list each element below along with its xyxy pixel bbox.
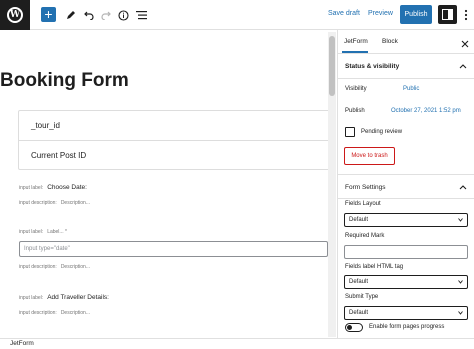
date-input-preview[interactable]: Input type="date": [19, 241, 328, 257]
field-label-row[interactable]: input label: Label... *: [19, 229, 67, 235]
editor-canvas: Booking Form _tour_id Current Post ID in…: [0, 30, 337, 338]
publish-label: Publish: [345, 108, 365, 114]
info-icon[interactable]: [115, 7, 131, 23]
fields-label-tag-label: Fields label HTML tag: [345, 264, 404, 270]
label-prefix: input label:: [19, 295, 44, 301]
chevron-up-icon: [459, 64, 467, 69]
description-prefix: input description:: [19, 200, 57, 206]
required-mark-label: Required Mark: [345, 233, 385, 239]
field-description-row[interactable]: input description: Description...: [19, 200, 90, 206]
pencil-icon[interactable]: [63, 7, 79, 23]
required-mark-input[interactable]: [344, 245, 468, 259]
toggle-knob: [347, 325, 352, 330]
pages-progress-label: Enable form pages progress: [369, 324, 445, 330]
more-options-icon[interactable]: [462, 7, 470, 23]
field-description[interactable]: Description...: [61, 264, 90, 270]
hidden-fields-block[interactable]: _tour_id Current Post ID: [18, 110, 330, 170]
form-settings-panel-toggle[interactable]: Form Settings: [338, 174, 474, 199]
fields-layout-select[interactable]: Default: [344, 213, 468, 227]
description-prefix: input description:: [19, 264, 57, 270]
editor-toolbar: W + Save draft Preview Publish: [0, 0, 474, 30]
field-label-row[interactable]: input label: Add Traveller Details:: [19, 294, 109, 301]
chevron-down-icon: [458, 218, 463, 222]
field-label[interactable]: Choose Date:: [47, 184, 87, 191]
select-value: Default: [349, 217, 369, 223]
field-label[interactable]: Add Traveller Details:: [47, 294, 109, 301]
pending-review-checkbox[interactable]: [345, 127, 355, 137]
wordpress-logo-icon[interactable]: W: [0, 0, 30, 30]
block-breadcrumb-bar: JetForm: [0, 338, 474, 349]
field-description-row[interactable]: input description: Description...: [19, 310, 90, 316]
description-prefix: input description:: [19, 310, 57, 316]
publish-button[interactable]: Publish: [400, 5, 432, 24]
chevron-down-icon: [458, 280, 463, 284]
settings-sidebar: JetForm Block Status & visibility Visibi…: [337, 30, 474, 338]
field-description[interactable]: Description...: [61, 310, 90, 316]
select-value: Default: [349, 310, 369, 316]
publish-date[interactable]: October 27, 2021 1:52 pm: [391, 108, 461, 114]
list-view-icon[interactable]: [133, 7, 149, 23]
panel-title: Form Settings: [345, 184, 386, 191]
fields-label-tag-select[interactable]: Default: [344, 275, 468, 289]
visibility-label: Visibility: [345, 86, 367, 92]
redo-icon[interactable]: [98, 7, 114, 23]
label-prefix: input label:: [19, 229, 44, 235]
visibility-value[interactable]: Public: [403, 86, 419, 92]
sidebar-tabs: JetForm Block: [338, 30, 474, 54]
chevron-up-icon: [459, 185, 467, 190]
close-icon[interactable]: [460, 36, 470, 48]
submit-type-select[interactable]: Default: [344, 306, 468, 320]
editor-scrollbar-thumb[interactable]: [329, 36, 335, 96]
tab-jetform[interactable]: JetForm: [344, 38, 368, 45]
label-prefix: input label:: [19, 185, 44, 191]
status-visibility-panel-toggle[interactable]: Status & visibility: [338, 54, 474, 79]
field-description[interactable]: Description...: [61, 200, 90, 206]
pages-progress-toggle[interactable]: [345, 323, 363, 332]
settings-icon: [442, 9, 453, 20]
add-block-button[interactable]: +: [41, 7, 56, 22]
tab-block[interactable]: Block: [382, 38, 398, 45]
select-value: Default: [349, 279, 369, 285]
hidden-field-row[interactable]: Current Post ID: [19, 140, 329, 169]
submit-type-label: Submit Type: [345, 294, 379, 300]
fields-layout-label: Fields Layout: [345, 201, 381, 207]
active-tab-indicator: [342, 51, 368, 53]
field-label[interactable]: Label... *: [47, 229, 67, 235]
logo-glyph: W: [7, 7, 23, 23]
field-label-row[interactable]: input label: Choose Date:: [19, 184, 87, 191]
breadcrumb[interactable]: JetForm: [10, 340, 34, 347]
field-description-row[interactable]: input description: Description...: [19, 264, 90, 270]
pending-review-label[interactable]: Pending review: [361, 129, 402, 135]
page-title[interactable]: Booking Form: [0, 70, 129, 92]
chevron-down-icon: [458, 311, 463, 315]
undo-icon[interactable]: [81, 7, 97, 23]
move-to-trash-button[interactable]: Move to trash: [344, 147, 395, 165]
preview-button[interactable]: Preview: [368, 10, 393, 17]
save-draft-button[interactable]: Save draft: [328, 10, 360, 17]
settings-button[interactable]: [438, 5, 457, 24]
hidden-field-row[interactable]: _tour_id: [19, 111, 329, 140]
panel-title: Status & visibility: [345, 63, 400, 70]
